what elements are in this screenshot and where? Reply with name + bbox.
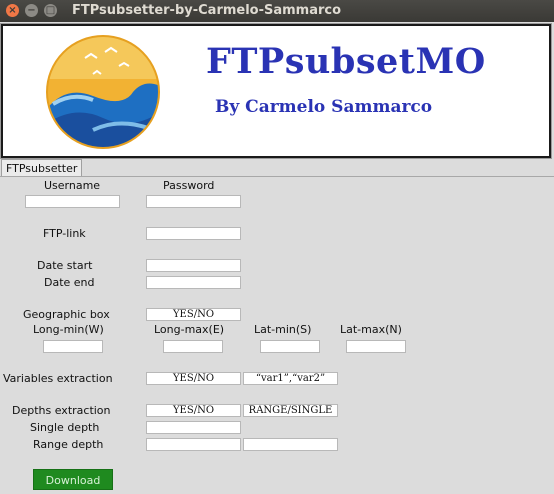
date-start-label: Date start	[37, 259, 93, 272]
app-name: FTPsubsetMO	[206, 41, 486, 82]
username-label: Username	[44, 179, 101, 192]
password-label: Password	[163, 179, 215, 192]
depths-extraction-input[interactable]: YES/NO	[146, 404, 241, 417]
date-start-input[interactable]	[146, 259, 241, 272]
maximize-icon[interactable]: □	[44, 4, 57, 17]
geographic-box-label: Geographic box	[23, 308, 110, 321]
lat-min-input[interactable]	[260, 340, 320, 353]
long-min-input[interactable]	[43, 340, 103, 353]
username-input[interactable]	[25, 195, 120, 208]
tab-ftpsubsetter[interactable]: FTPsubsetter	[1, 159, 83, 177]
header-banner: FTPsubsetMO By Carmelo Sammarco	[1, 24, 551, 158]
depths-extraction-label: Depths extraction	[12, 404, 111, 417]
date-end-label: Date end	[44, 276, 95, 289]
window-title: FTPsubsetter-by-Carmelo-Sammarco	[72, 3, 342, 18]
ftp-link-input[interactable]	[146, 227, 241, 240]
long-max-label: Long-max(E)	[154, 323, 225, 336]
lat-min-label: Lat-min(S)	[254, 323, 312, 336]
long-max-input[interactable]	[163, 340, 223, 353]
lat-max-input[interactable]	[346, 340, 406, 353]
variables-extraction-input[interactable]: YES/NO	[146, 372, 241, 385]
long-min-label: Long-min(W)	[33, 323, 104, 336]
variables-list-input[interactable]: “var1”,“var2”	[243, 372, 338, 385]
date-end-input[interactable]	[146, 276, 241, 289]
minimize-icon[interactable]: −	[25, 4, 38, 17]
lat-max-label: Lat-max(N)	[340, 323, 402, 336]
single-depth-label: Single depth	[30, 421, 100, 434]
single-depth-input[interactable]	[146, 421, 241, 434]
range-depth-min-input[interactable]	[146, 438, 241, 451]
app-author: By Carmelo Sammarco	[215, 97, 433, 117]
password-input[interactable]	[146, 195, 241, 208]
ftp-link-label: FTP-link	[43, 227, 86, 240]
geographic-box-input[interactable]: YES/NO	[146, 308, 241, 321]
ocean-logo-icon	[46, 35, 160, 149]
download-button[interactable]: Download	[33, 469, 113, 490]
range-depth-label: Range depth	[33, 438, 104, 451]
range-depth-max-input[interactable]	[243, 438, 338, 451]
window-titlebar: × − □ FTPsubsetter-by-Carmelo-Sammarco	[0, 0, 554, 22]
depths-mode-input[interactable]: RANGE/SINGLE	[243, 404, 338, 417]
tab-divider	[0, 176, 554, 177]
variables-extraction-label: Variables extraction	[3, 372, 113, 385]
close-icon[interactable]: ×	[6, 4, 19, 17]
